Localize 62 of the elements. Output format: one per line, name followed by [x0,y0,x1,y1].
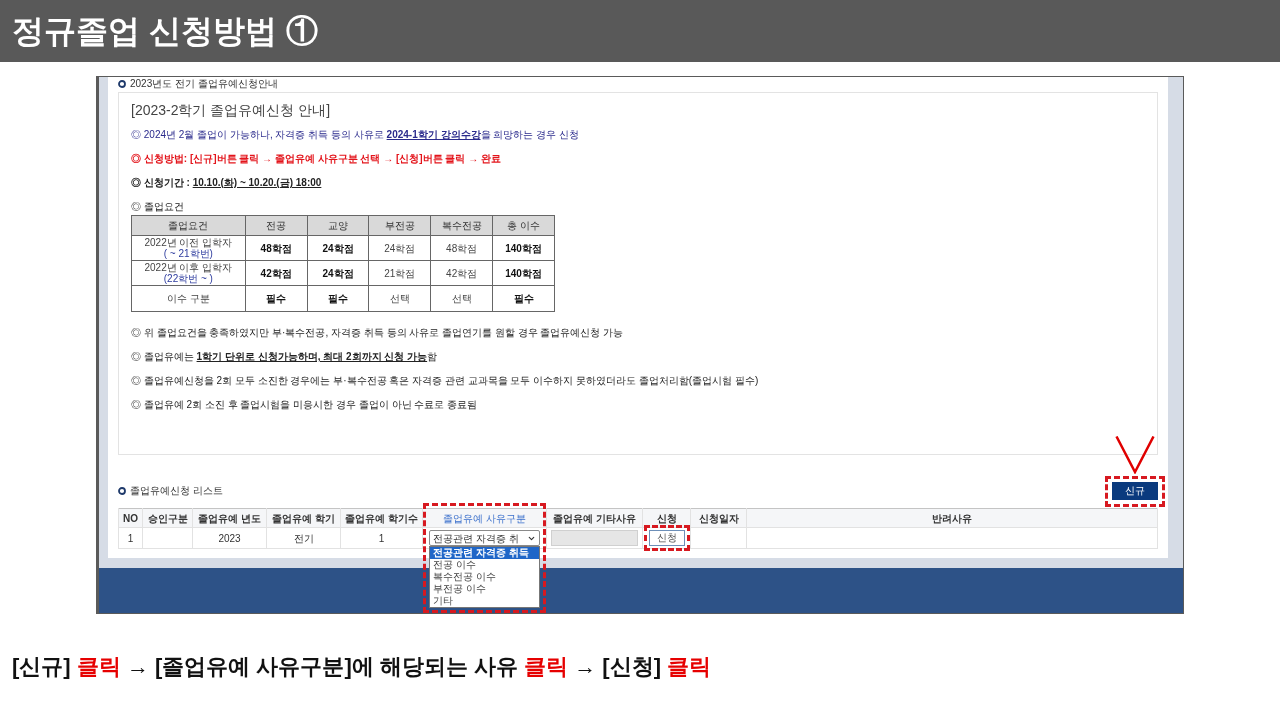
table-cell: 1 [340,527,423,549]
column-header: 졸업유예 기타사유 [553,512,636,524]
column-header: 졸업유예 학기수 [345,512,418,524]
notice-text: ◎ 졸업유예신청을 2회 모두 소진한 경우에는 부·복수전공 혹은 자격증 관련 교과목을 모두 이수하지 못하였더라도 졸업처리함(졸업시험 필수) [131,374,759,388]
notice-text: ◎ 위 졸업요건을 충족하였지만 부·복수전공, 자격증 취득 등의 사유로 졸업연기를 원할 경우 졸업유예신청 가능 [131,326,624,340]
apply-button[interactable]: 신청 [648,530,685,547]
table-cell: 42학점 [430,260,493,286]
ring-icon [118,487,126,495]
select-field[interactable]: 전공관련 자격증 취 [429,530,540,546]
row-note: (22학번 ~ ) [163,273,213,284]
table-cell: 140학점 [492,235,555,261]
dropdown-option[interactable]: 전공관련 자격증 취득 [430,547,539,559]
table-cell: 24학점 [307,260,369,286]
dropdown-option[interactable]: 복수전공 이수 [430,571,539,583]
dropdown-option[interactable]: 기타 [430,595,539,607]
column-header: 총 이수 [492,215,555,236]
column-header: 졸업유예 사유구분 [443,512,526,524]
dropdown-option[interactable]: 부전공 이수 [430,583,539,595]
notice-text: ◎ 신청기간 : 10.10.(화) ~ 10.20.(금) 18:00 [131,176,322,190]
table-cell: 42학점 [245,260,308,286]
table-cell: 24학점 [368,235,431,261]
column-header: 신청 [656,512,677,524]
table-cell: 48학점 [430,235,493,261]
table-cell: 2023 [192,527,267,549]
table-cell: 필수 [492,285,555,312]
column-header: 부전공 [368,215,431,236]
table-cell: 필수 [307,285,369,312]
row-heading: 2022년 이후 입학자 [144,262,233,273]
new-button[interactable]: 신규 [1112,482,1158,500]
column-header: NO [123,512,138,524]
column-header: 반려사유 [932,512,972,524]
column-header: 졸업유예 학기 [272,512,335,524]
column-header: 승인구분 [147,512,188,524]
dropdown-option[interactable]: 전공 이수 [430,559,539,571]
notice-title: [2023-2학기 졸업유예신청 안내] [131,102,331,118]
notice-text: ◎ 졸업유예 2회 소진 후 졸업시험을 미응시한 경우 졸업이 아닌 수료로 종료됨 [131,398,478,412]
page-title: 정규졸업 신청방법 ① [12,15,318,47]
table-cell: 1 [118,527,143,549]
table-cell: 필수 [245,285,308,312]
instruction-caption: [신규] 클릭 → [졸업유예 사유구분]에 해당되는 사유 클릭 → [신청] 클릭 [12,653,712,681]
table-cell: 140학점 [492,260,555,286]
column-header: 복수전공 [430,215,493,236]
table-cell: 이수 구분 [131,285,246,312]
list-title: 졸업유예신청 리스트 [130,484,223,498]
column-header: 교양 [307,215,369,236]
table-cell: 선택 [368,285,431,312]
notice-text: ◎ 2024년 2월 졸업이 가능하나, 자격증 취득 등의 사유로 2024-1학기 강의수강을 희망하는 경우 신청 [131,128,579,142]
notice-text: ◎ 신청방법: [신규]버튼 클릭 → 졸업유예 사유구분 선택 → [신청]버튼 클릭 → 완료 [131,152,501,166]
table-cell: 48학점 [245,235,308,261]
column-header: 졸업유예 년도 [198,512,261,524]
section-title: 2023년도 전기 졸업유예신청안내 [130,77,278,91]
table-cell: 전기 [266,527,341,549]
ring-icon [118,80,126,88]
column-header: 신청일자 [698,512,739,524]
column-header: 졸업요건 [131,215,246,236]
row-heading: 2022년 이전 입학자 [144,237,233,248]
column-header: 전공 [245,215,308,236]
table-cell: 선택 [430,285,493,312]
table-cell: 24학점 [307,235,369,261]
row-note: ( ~ 21학번) [163,248,213,259]
table-cell: 21학점 [368,260,431,286]
notice-text: ◎ 졸업요건 [131,200,184,214]
